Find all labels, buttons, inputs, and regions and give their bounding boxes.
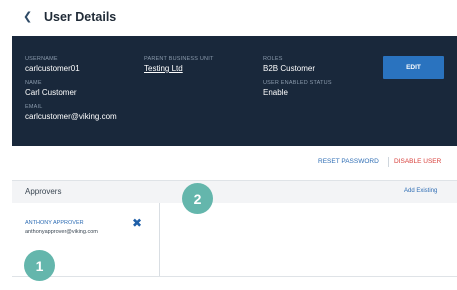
reset-password-link[interactable]: RESET PASSWORD bbox=[318, 158, 379, 165]
approver-email: anthonyapprover@viking.com bbox=[25, 229, 98, 235]
email-value: carlcustomer@viking.com bbox=[25, 112, 117, 121]
action-divider bbox=[388, 157, 389, 167]
edit-button[interactable]: EDIT bbox=[383, 56, 444, 79]
page-title: User Details bbox=[44, 10, 117, 24]
username-value: carlcustomer01 bbox=[25, 64, 80, 73]
approvers-list: ANTHONY APPROVER anthonyapprover@viking.… bbox=[12, 203, 457, 277]
name-value: Carl Customer bbox=[25, 88, 77, 97]
approver-name[interactable]: ANTHONY APPROVER bbox=[25, 220, 84, 226]
username-label: USERNAME bbox=[25, 56, 58, 62]
chevron-left-icon[interactable]: ❮ bbox=[23, 11, 33, 23]
disable-user-link[interactable]: DISABLE USER bbox=[394, 158, 441, 165]
status-value: Enable bbox=[263, 88, 288, 97]
add-existing-link[interactable]: Add Existing bbox=[404, 188, 437, 194]
user-summary-banner: USERNAME carlcustomer01 NAME Carl Custom… bbox=[12, 36, 457, 146]
approvers-title: Approvers bbox=[25, 187, 62, 196]
roles-value: B2B Customer bbox=[263, 64, 316, 73]
step-badge-1: 1 bbox=[24, 250, 55, 281]
business-unit-label: PARENT BUSINESS UNIT bbox=[144, 56, 214, 62]
business-unit-link[interactable]: Testing Ltd bbox=[144, 64, 183, 73]
roles-label: ROLES bbox=[263, 56, 283, 62]
name-label: NAME bbox=[25, 80, 42, 86]
step-badge-2: 2 bbox=[182, 183, 213, 214]
email-label: EMAIL bbox=[25, 104, 43, 110]
close-icon[interactable]: ✖ bbox=[132, 217, 142, 229]
status-label: USER ENABLED STATUS bbox=[263, 80, 332, 86]
approvers-header: Approvers Add Existing bbox=[12, 180, 457, 204]
page-header: ❮ User Details bbox=[0, 0, 457, 36]
